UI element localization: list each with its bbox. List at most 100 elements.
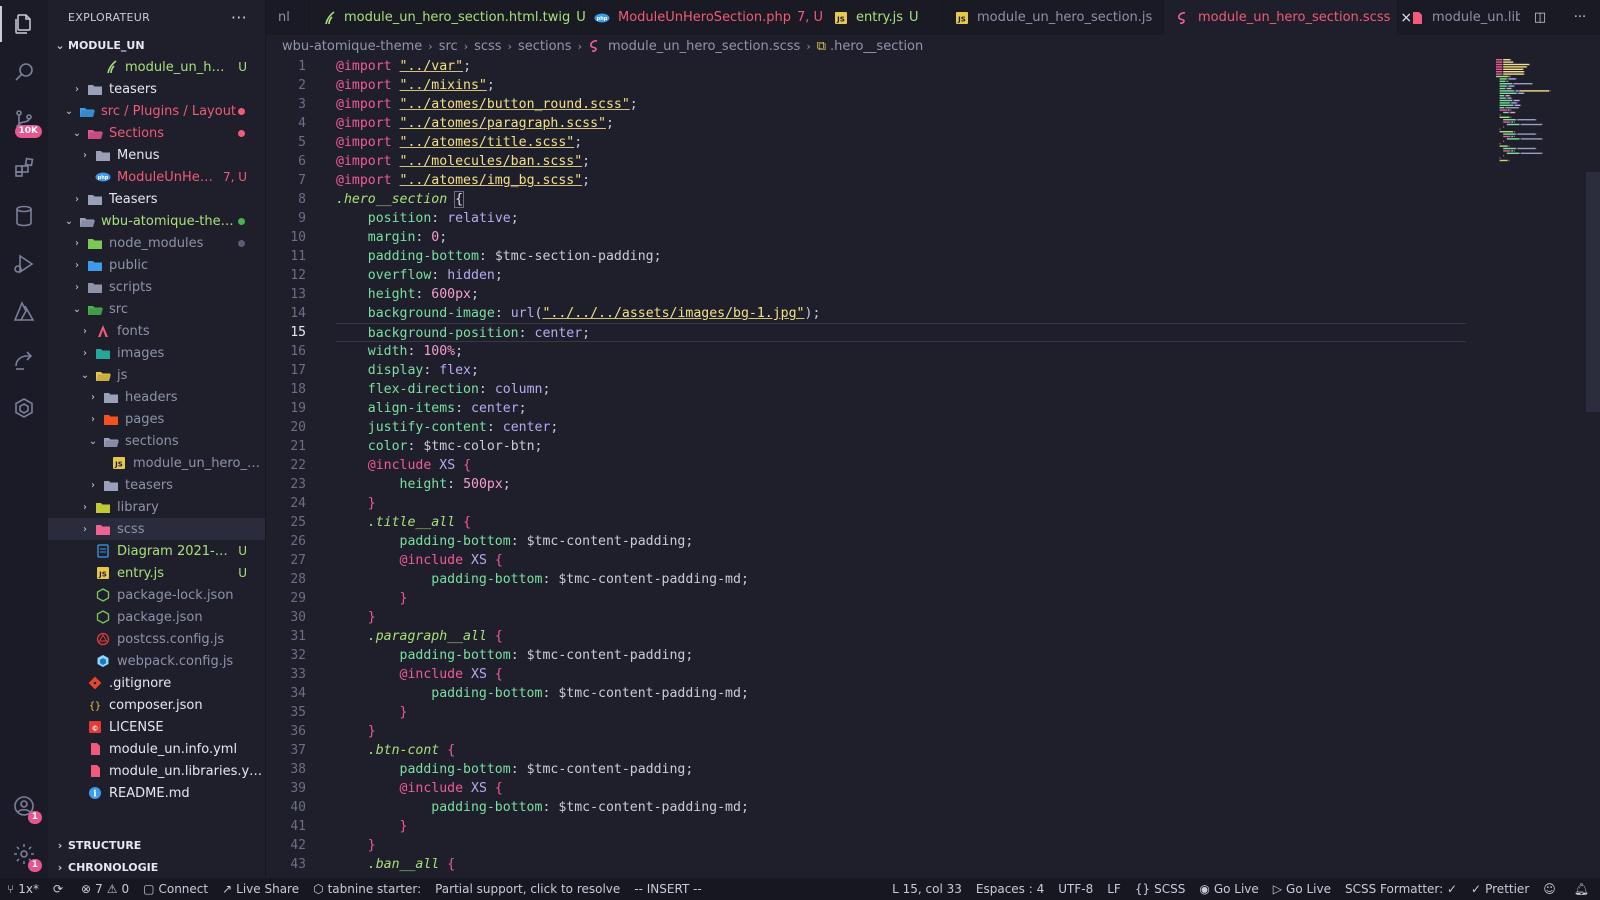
tree-item[interactable]: ⌄ js [48, 364, 265, 386]
tab-3[interactable]: php ModuleUnHeroSection.php 7, U [582, 0, 823, 35]
code-line[interactable]: padding-bottom: $tmc-section-padding; [336, 247, 1486, 266]
tree-item[interactable]: © LICENSE [48, 716, 265, 738]
tree-item[interactable]: ⌄ Sections [48, 122, 265, 144]
tree-item[interactable]: package-lock.json [48, 584, 265, 606]
tab-4[interactable]: JS entry.js U [822, 0, 943, 35]
code-line[interactable]: padding-bottom: $tmc-content-padding-md; [336, 684, 1486, 703]
account-icon[interactable]: 1 [0, 782, 48, 830]
go-live-status-1[interactable]: ◉ Go Live [1192, 878, 1265, 900]
breadcrumb-item[interactable]: module_un_hero_section.scss [608, 39, 800, 54]
tree-item[interactable]: Diagram 2021-04-24.drawio U [48, 540, 265, 562]
tab-5[interactable]: JS module_un_hero_section.js [943, 0, 1164, 35]
tree-item[interactable]: i README.md [48, 782, 265, 804]
settings-gear-icon[interactable]: 1 [0, 830, 48, 878]
code-line[interactable]: padding-bottom: $tmc-content-padding; [336, 760, 1486, 779]
tree-item[interactable]: package.json [48, 606, 265, 628]
code-editor[interactable]: 1 2 3 4 5 6 7 8 9 10 11 12 13 14 15 16 17 18 19 20 21 22 23 24 2… [266, 57, 1600, 878]
tree-item[interactable]: module_un.info.yml [48, 738, 265, 760]
tab-2[interactable]: module_un_hero_section.html.twig U [310, 0, 586, 35]
code-line[interactable]: .btn-cont { [336, 741, 1486, 760]
code-line[interactable]: @include XS { [336, 779, 1486, 798]
code-line[interactable]: padding-bottom: $tmc-content-padding; [336, 532, 1486, 551]
more-actions-icon[interactable]: ··· [231, 8, 247, 27]
sync-status[interactable]: ⟳ [46, 878, 74, 900]
code-line[interactable]: padding-bottom: $tmc-content-padding-md; [336, 570, 1486, 589]
code-line[interactable]: .title__all { [336, 513, 1486, 532]
code-content[interactable]: @import "../var"; @import "../mixins"; @im… [336, 57, 1486, 874]
remote-explorer-icon[interactable] [0, 384, 48, 432]
language-status[interactable]: {} SCSS [1128, 878, 1193, 900]
code-line[interactable]: } [336, 722, 1486, 741]
chronologie-panel[interactable]: › CHRONOLOGIE [48, 856, 265, 878]
code-line[interactable]: @import "../mixins"; [336, 76, 1486, 95]
tree-item[interactable]: › headers [48, 386, 265, 408]
code-line[interactable]: height: 500px; [336, 475, 1486, 494]
extensions-icon[interactable] [0, 144, 48, 192]
code-line[interactable]: @include XS { [336, 551, 1486, 570]
database-icon[interactable] [0, 192, 48, 240]
minimap[interactable] [1494, 57, 1564, 177]
indentation-status[interactable]: Espaces : 4 [969, 878, 1051, 900]
prettier-status[interactable]: ✓ Prettier [1464, 878, 1536, 900]
partial-support-status[interactable]: Partial support, click to resolve [428, 878, 627, 900]
vertical-scrollbar[interactable] [1586, 172, 1600, 412]
tree-item[interactable]: webpack.config.js [48, 650, 265, 672]
tree-item[interactable]: › Menus [48, 144, 265, 166]
code-line[interactable]: } [336, 608, 1486, 627]
feedback-status[interactable]: ☺ [1536, 878, 1567, 900]
live-share-status[interactable]: ↗ Live Share [215, 878, 306, 900]
tree-item[interactable]: › teasers [48, 78, 265, 100]
tree-item[interactable]: php ModuleUnHeroSection.php 7, U [48, 166, 265, 188]
tree-item[interactable]: › teasers [48, 474, 265, 496]
tree-item[interactable]: ⌄ src / Plugins / Layout [48, 100, 265, 122]
code-line[interactable]: @import "../atomes/button_round.scss"; [336, 95, 1486, 114]
code-line[interactable]: @import "../atomes/title.scss"; [336, 133, 1486, 152]
code-line[interactable]: } [336, 703, 1486, 722]
tree-item[interactable]: › Teasers [48, 188, 265, 210]
code-line[interactable]: padding-bottom: $tmc-content-padding-md; [336, 798, 1486, 817]
code-line[interactable]: height: 600px; [336, 285, 1486, 304]
breadcrumb-item[interactable]: .hero__section [830, 39, 923, 54]
breadcrumb-item[interactable]: wbu-atomique-theme [282, 39, 422, 54]
tree-item[interactable]: module_un_hero_section.html.twig U [48, 56, 265, 78]
tab-1[interactable]: nl [266, 0, 310, 35]
encoding-status[interactable]: UTF-8 [1051, 878, 1100, 900]
tree-item[interactable]: › fonts [48, 320, 265, 342]
breadcrumb-item[interactable]: scss [474, 39, 501, 54]
tree-item[interactable]: › images [48, 342, 265, 364]
tree-item[interactable]: ⌄ wbu-atomique-theme [48, 210, 265, 232]
tree-item[interactable]: .gitignore [48, 672, 265, 694]
breadcrumb-item[interactable]: sections [518, 39, 572, 54]
scss-formatter-status[interactable]: SCSS Formatter: ✓ [1338, 878, 1464, 900]
tree-item[interactable]: postcss.config.js [48, 628, 265, 650]
code-line[interactable]: @import "../molecules/ban.scss"; [336, 152, 1486, 171]
code-line[interactable]: .hero__section { [336, 190, 1486, 209]
code-line[interactable]: @include XS { [336, 665, 1486, 684]
split-editor-icon[interactable]: ◫ [1534, 10, 1546, 25]
structure-panel[interactable]: › STRUCTURE [48, 834, 265, 856]
code-line[interactable]: } [336, 836, 1486, 855]
workspace-root[interactable]: ⌄ MODULE_UN [48, 34, 265, 56]
tree-item[interactable]: › node_modules [48, 232, 265, 254]
code-line[interactable]: position: relative; [336, 209, 1486, 228]
code-line[interactable]: display: flex; [336, 361, 1486, 380]
explorer-icon[interactable] [0, 0, 48, 48]
code-line[interactable]: margin: 0; [336, 228, 1486, 247]
tabnine-status[interactable]: ⬡ tabnine starter: [306, 878, 428, 900]
tab-6[interactable]: module_un_hero_section.scss × [1164, 0, 1412, 35]
live-share-icon[interactable] [0, 336, 48, 384]
code-line[interactable]: flex-direction: column; [336, 380, 1486, 399]
code-line[interactable]: align-items: center; [336, 399, 1486, 418]
tree-item[interactable]: › scss [48, 518, 265, 540]
more-actions-icon[interactable]: ··· [1574, 10, 1586, 25]
tree-item[interactable]: module_un.libraries.yml [48, 760, 265, 782]
code-line[interactable]: justify-content: center; [336, 418, 1486, 437]
tree-item[interactable]: JS module_un_hero_section.js [48, 452, 265, 474]
tree-item[interactable]: ⌄ sections [48, 430, 265, 452]
tree-item[interactable]: {} composer.json [48, 694, 265, 716]
problems-status[interactable]: ⊗ 7 ⚠ 0 [74, 878, 136, 900]
tree-item[interactable]: › scripts [48, 276, 265, 298]
go-live-status-2[interactable]: ▷ Go Live [1266, 878, 1338, 900]
code-line[interactable]: background-position: center; [336, 323, 1466, 342]
code-line[interactable]: } [336, 817, 1486, 836]
